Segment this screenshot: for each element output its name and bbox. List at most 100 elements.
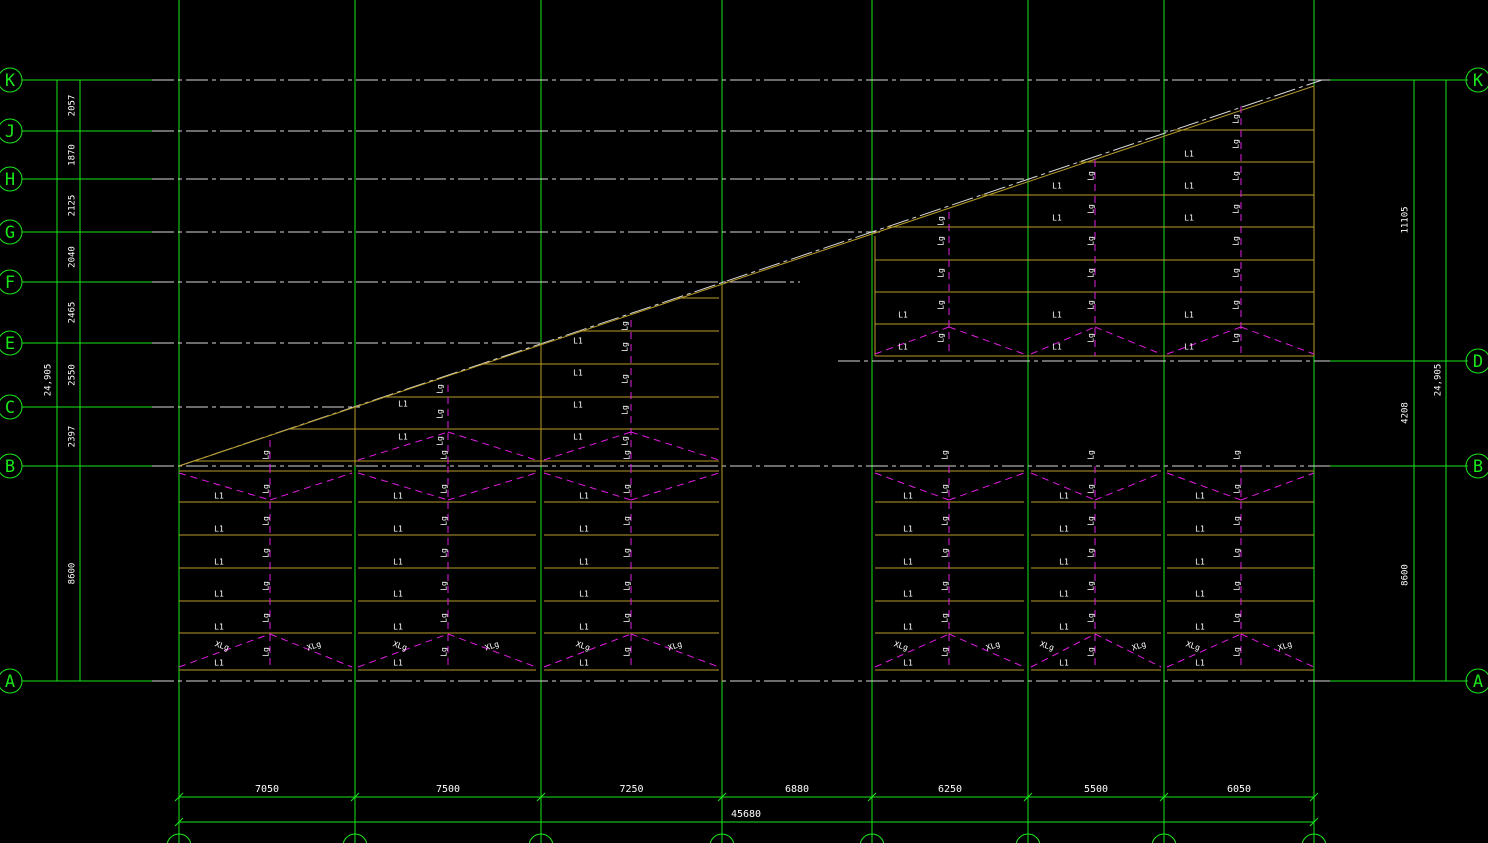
tie-label-5-3: Lg bbox=[1233, 548, 1242, 558]
dashed-axis-lines bbox=[152, 79, 1330, 682]
purlin-label-0-1: L1 bbox=[214, 525, 224, 534]
tie-label-4-1: Lg bbox=[1087, 484, 1096, 494]
tie-label-0-3: Lg bbox=[262, 548, 271, 558]
diag-tie-label-l-2: XLg bbox=[575, 639, 592, 652]
tie-label-3-4: Lg bbox=[941, 581, 950, 591]
tie-label-2-1: Lg bbox=[623, 484, 632, 494]
brace-bottom-5-r bbox=[1240, 633, 1315, 668]
brace-upper-2-l bbox=[1166, 326, 1242, 355]
grid-lines bbox=[22, 0, 1468, 843]
purlin-label-1-1: L1 bbox=[393, 525, 403, 534]
purlin-label-1-0: L1 bbox=[393, 492, 403, 501]
brace-wedge-2-r bbox=[447, 431, 537, 461]
diag-tie-label-l-5: XLg bbox=[1185, 639, 1202, 652]
tie-label-3-1: Lg bbox=[941, 484, 950, 494]
purlin-label-4-0: L1 bbox=[1059, 492, 1069, 501]
tie-upper-label-1-3: Lg bbox=[1087, 268, 1096, 278]
tie-label-1-3: Lg bbox=[440, 548, 449, 558]
tie-label-1-6: Lg bbox=[440, 647, 449, 657]
purlin-lines bbox=[178, 85, 1315, 681]
dimension-lines bbox=[48, 79, 1454, 827]
purlin-label-4-2: L1 bbox=[1059, 558, 1069, 567]
tie-label-2-3: Lg bbox=[623, 548, 632, 558]
tie-label-2-5: Lg bbox=[623, 613, 632, 623]
purlin-label-3-5: L1 bbox=[903, 659, 913, 668]
tie-upper-label-2-2: Lg bbox=[1232, 171, 1241, 181]
left-axis-bubble-F-label: F bbox=[5, 273, 15, 293]
bottom-dim-label-1: 7500 bbox=[436, 784, 460, 795]
tie-label-5-2: Lg bbox=[1233, 516, 1242, 526]
tie-upper-label-0-4: Lg bbox=[937, 333, 946, 343]
purlin-label-2-5: L1 bbox=[579, 659, 589, 668]
purlin-wedge-label-1-0: L1 bbox=[573, 337, 583, 346]
tie-label-4-3: Lg bbox=[1087, 548, 1096, 558]
brace-wedge-3-l bbox=[543, 431, 632, 461]
tie-wedge-label-1-2: Lg bbox=[621, 374, 630, 384]
purlin-label-0-0: L1 bbox=[214, 492, 224, 501]
tie-label-0-5: Lg bbox=[262, 613, 271, 623]
tie-upper-label-1-5: Lg bbox=[1087, 333, 1096, 343]
left-dim-label-1: 1870 bbox=[68, 144, 78, 166]
tie-label-3-0: Lg bbox=[941, 450, 950, 460]
left-axis-bubble-J-label: J bbox=[5, 122, 15, 142]
tie-label-2-0: Lg bbox=[623, 450, 632, 460]
purlin-label-5-3: L1 bbox=[1195, 590, 1205, 599]
tie-label-3-5: Lg bbox=[941, 613, 950, 623]
tie-wedge-label-1-0: Lg bbox=[621, 321, 630, 331]
purlin-label-2-0: L1 bbox=[579, 492, 589, 501]
left-dim-label-3: 2040 bbox=[68, 246, 78, 268]
tie-upper-label-1-2: Lg bbox=[1087, 236, 1096, 246]
purlin-label-5-5: L1 bbox=[1195, 659, 1205, 668]
tie-upper-label-2-0: Lg bbox=[1232, 114, 1241, 124]
tie-label-2-6: Lg bbox=[623, 647, 632, 657]
purlin-label-4-1: L1 bbox=[1059, 525, 1069, 534]
purlin-label-3-1: L1 bbox=[903, 525, 913, 534]
purlin-upper-label-1-0: L1 bbox=[1052, 182, 1062, 191]
right-dim-label-2: 8600 bbox=[1401, 564, 1411, 586]
purlin-label-3-2: L1 bbox=[903, 558, 913, 567]
diag-tie-label-r-5: XLg bbox=[1277, 639, 1294, 652]
tie-wedge-label-0-2: Lg bbox=[436, 436, 445, 446]
right-dim-total: 24,905 bbox=[1434, 364, 1444, 397]
tie-wedge-label-0-0: Lg bbox=[436, 384, 445, 394]
left-dim-label-2: 2125 bbox=[68, 195, 78, 217]
diag-tie-label-r-0: XLg bbox=[306, 639, 323, 652]
tie-label-4-4: Lg bbox=[1087, 581, 1096, 591]
brace-top-0-r bbox=[269, 472, 353, 501]
brace-top-0-l bbox=[178, 472, 271, 501]
tie-label-1-1: Lg bbox=[440, 484, 449, 494]
brace-upper-0-r bbox=[948, 326, 1025, 355]
tie-label-2-4: Lg bbox=[623, 581, 632, 591]
tie-label-1-5: Lg bbox=[440, 613, 449, 623]
bottom-dim-label-0: 7050 bbox=[255, 784, 279, 795]
tie-wedge-label-1-4: Lg bbox=[621, 436, 630, 446]
tie-label-2-2: Lg bbox=[623, 516, 632, 526]
right-axis-bubble-D-label: D bbox=[1473, 352, 1483, 372]
tie-upper-label-1-1: Lg bbox=[1087, 204, 1096, 214]
purlin-label-1-4: L1 bbox=[393, 623, 403, 632]
purlin-label-3-3: L1 bbox=[903, 590, 913, 599]
purlin-label-5-4: L1 bbox=[1195, 623, 1205, 632]
brace-wedge-3-r bbox=[630, 431, 720, 461]
purlin-label-4-5: L1 bbox=[1059, 659, 1069, 668]
roof-edge-purlin bbox=[178, 85, 1315, 467]
tie-label-5-6: Lg bbox=[1233, 647, 1242, 657]
brace-upper-1-l bbox=[1030, 326, 1096, 355]
purlin-label-4-4: L1 bbox=[1059, 623, 1069, 632]
left-axis-bubble-K-label: K bbox=[5, 71, 16, 91]
purlin-wedge-label-1-3: L1 bbox=[573, 433, 583, 442]
purlin-upper-label-2-1: L1 bbox=[1184, 182, 1194, 191]
left-dim-label-0: 2057 bbox=[68, 95, 78, 117]
purlin-label-1-3: L1 bbox=[393, 590, 403, 599]
tie-upper-label-2-5: Lg bbox=[1232, 268, 1241, 278]
tie-label-1-4: Lg bbox=[440, 581, 449, 591]
tie-label-4-0: Lg bbox=[1087, 450, 1096, 460]
purlin-upper-label-1-1: L1 bbox=[1052, 214, 1062, 223]
purlin-upper-label-1-3: L1 bbox=[1052, 343, 1062, 352]
tie-label-0-6: Lg bbox=[262, 647, 271, 657]
tie-upper-label-2-1: Lg bbox=[1232, 139, 1241, 149]
right-axis-bubble-K-label: K bbox=[1473, 71, 1484, 91]
left-axis-bubble-C-label: C bbox=[5, 398, 15, 418]
purlin-upper-label-2-3: L1 bbox=[1184, 311, 1194, 320]
tie-upper-label-0-1: Lg bbox=[937, 236, 946, 246]
